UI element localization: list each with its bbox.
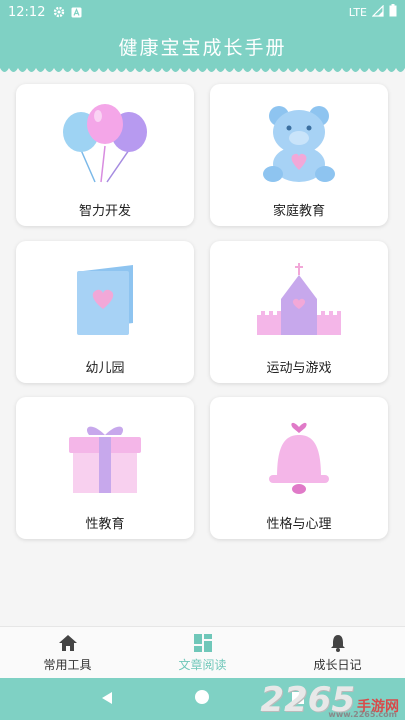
category-card-kindergarten[interactable]: 幼儿园 <box>16 241 194 383</box>
nav-item-diary[interactable]: 成长日记 <box>270 627 405 678</box>
battery-icon <box>389 4 397 20</box>
category-label: 幼儿园 <box>85 361 125 376</box>
category-card-intelligence[interactable]: 智力开发 <box>16 84 194 226</box>
balloons-icon <box>50 96 160 192</box>
status-bar: 12:12 LTE <box>0 0 405 24</box>
grid-icon <box>193 633 213 653</box>
settings-gear-icon <box>53 6 65 18</box>
category-card-sports[interactable]: 运动与游戏 <box>210 241 388 383</box>
teddy-bear-icon <box>244 96 354 192</box>
header-scallop-border <box>0 66 405 72</box>
card-heart-icon <box>50 253 160 349</box>
category-label: 运动与游戏 <box>266 361 332 376</box>
category-card-family[interactable]: 家庭教育 <box>210 84 388 226</box>
nav-item-label: 常用工具 <box>43 657 92 672</box>
home-circle-icon[interactable] <box>194 689 210 709</box>
category-label: 性教育 <box>85 517 125 532</box>
bell-icon <box>244 409 354 505</box>
gift-box-icon <box>50 409 160 505</box>
bell-icon <box>329 633 347 653</box>
watermark-url: www.2265.com <box>328 710 397 719</box>
nav-item-articles[interactable]: 文章阅读 <box>135 627 270 678</box>
nav-item-label: 成长日记 <box>313 657 362 672</box>
page-title: 健康宝宝成长手册 <box>118 36 287 59</box>
category-card-sex-education[interactable]: 性教育 <box>16 397 194 539</box>
category-label: 智力开发 <box>78 204 131 219</box>
home-icon <box>58 633 78 653</box>
signal-icon <box>371 4 384 20</box>
category-label: 性格与心理 <box>266 517 332 532</box>
bottom-nav: 常用工具 文章阅读 成长日记 <box>0 626 405 678</box>
app-header: 健康宝宝成长手册 <box>0 24 405 68</box>
status-time: 12:12 <box>8 4 46 20</box>
nav-item-tools[interactable]: 常用工具 <box>0 627 135 678</box>
network-type: LTE <box>348 5 367 19</box>
back-icon[interactable] <box>100 690 114 709</box>
category-card-personality[interactable]: 性格与心理 <box>210 397 388 539</box>
watermark-logo: 2265 手游网 www.2265.com <box>260 680 399 720</box>
category-label: 家庭教育 <box>272 204 325 219</box>
castle-icon <box>244 253 354 349</box>
nav-item-label: 文章阅读 <box>178 657 227 672</box>
notification-a-icon <box>71 7 82 18</box>
